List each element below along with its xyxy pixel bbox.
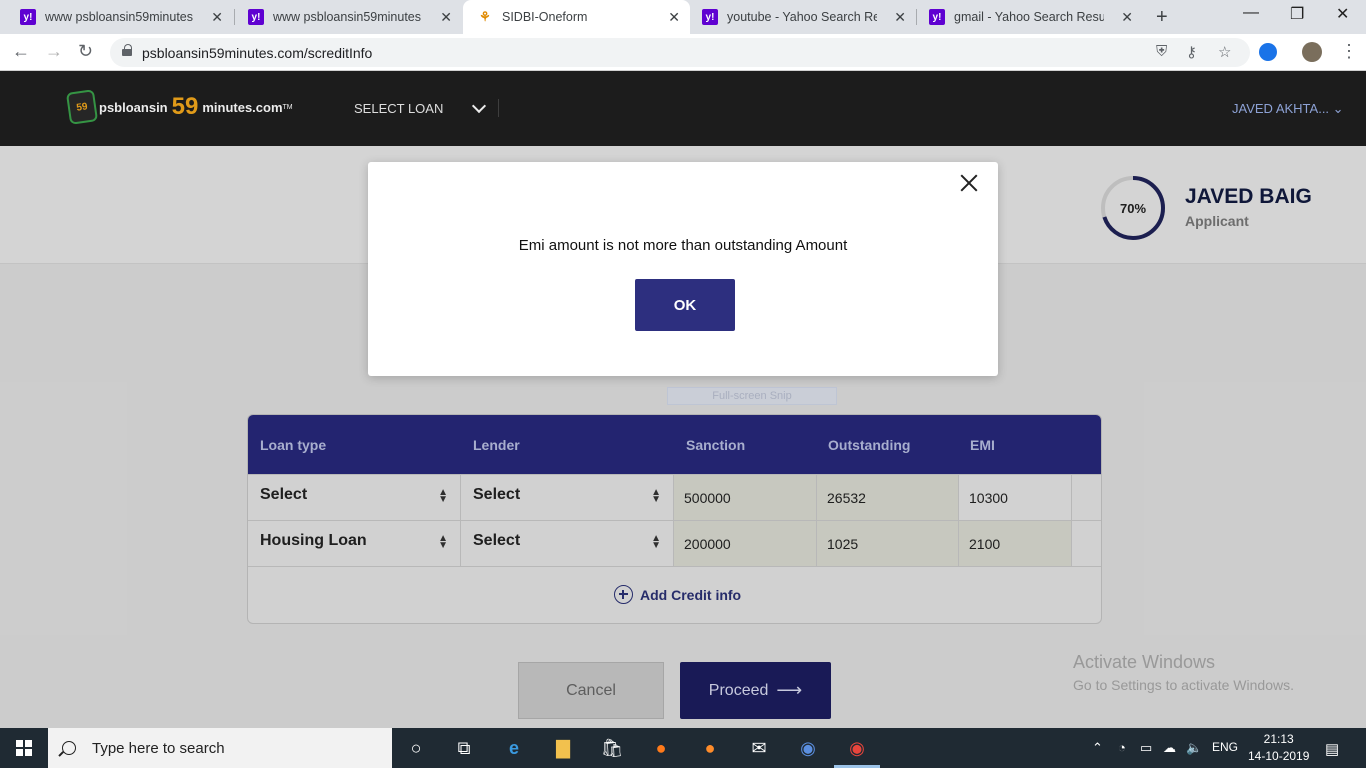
file-explorer-icon[interactable]: ▇ xyxy=(549,734,577,762)
yahoo-favicon-icon: y! xyxy=(248,9,264,25)
clock[interactable]: 21:13 14-10-2019 xyxy=(1248,731,1309,765)
browser-tab-3-active[interactable]: ⚘ SIDBI-Oneform ✕ xyxy=(463,0,690,34)
browser-tab-1[interactable]: y! www psbloansin59minutes - Ya ✕ xyxy=(0,0,233,34)
firefox-icon[interactable]: ● xyxy=(647,734,675,762)
tray-chevron-icon[interactable]: ⌃ xyxy=(1092,740,1103,756)
browser-tab-4[interactable]: y! youtube - Yahoo Search Result ✕ xyxy=(690,0,916,34)
address-bar[interactable]: psbloansin59minutes.com/screditInfo ⛨ ⚷ … xyxy=(110,38,1250,67)
new-tab-icon[interactable]: + xyxy=(1156,6,1168,29)
lock-icon xyxy=(122,44,132,56)
tab-title: www psbloansin59minutes - Ya xyxy=(45,10,195,24)
yahoo-favicon-icon: y! xyxy=(702,9,718,25)
ok-button[interactable]: OK xyxy=(635,279,735,331)
chrome-remote-icon[interactable]: ◉ xyxy=(794,734,822,762)
cortana-icon[interactable]: ○ xyxy=(402,734,430,762)
url-text: psbloansin59minutes.com/screditInfo xyxy=(142,45,373,61)
forward-arrow-icon[interactable]: → xyxy=(45,41,63,62)
tab-title: SIDBI-Oneform xyxy=(502,10,588,24)
yahoo-favicon-icon: y! xyxy=(929,9,945,25)
minimize-icon[interactable]: — xyxy=(1243,4,1259,22)
start-button[interactable] xyxy=(0,728,48,768)
close-icon[interactable] xyxy=(958,172,980,194)
sidbi-favicon-icon: ⚘ xyxy=(479,9,491,24)
back-arrow-icon[interactable]: ← xyxy=(12,41,30,62)
notifications-icon[interactable]: ▤ xyxy=(1325,740,1339,758)
browser-toolbar: ← → ↻ psbloansin59minutes.com/screditInf… xyxy=(0,34,1366,71)
tab-title: gmail - Yahoo Search Results Y xyxy=(954,10,1104,24)
search-placeholder: Type here to search xyxy=(92,739,225,757)
network-icon[interactable]: ◔ xyxy=(1118,740,1126,755)
menu-kebab-icon[interactable]: ⋮ xyxy=(1340,41,1358,62)
browser-tab-2[interactable]: y! www psbloansin59minutes - Ya ✕ xyxy=(234,0,462,34)
tab-title: youtube - Yahoo Search Result xyxy=(727,10,877,24)
tab-close-icon[interactable]: ✕ xyxy=(1121,9,1133,26)
tab-close-icon[interactable]: ✕ xyxy=(440,9,452,26)
profile-avatar[interactable] xyxy=(1302,42,1322,62)
bookmark-star-icon[interactable]: ☆ xyxy=(1218,43,1231,61)
modal-message: Emi amount is not more than outstanding … xyxy=(518,237,848,254)
reload-icon[interactable]: ↻ xyxy=(78,41,93,62)
clock-time: 21:13 xyxy=(1263,732,1294,746)
battery-icon[interactable]: ▭ xyxy=(1140,740,1152,756)
chrome-icon[interactable]: ◉ xyxy=(843,734,871,762)
tab-close-icon[interactable]: ✕ xyxy=(894,9,906,26)
edge-icon[interactable]: e xyxy=(500,734,528,762)
onedrive-icon[interactable]: ☁ xyxy=(1163,740,1176,756)
windows-taskbar: Type here to search ○ ⧉ e ▇ 🛍 ● ● ✉ ◉ ◉ … xyxy=(0,728,1366,768)
task-view-icon[interactable]: ⧉ xyxy=(450,734,478,762)
tab-close-icon[interactable]: ✕ xyxy=(211,9,223,26)
window-close-icon[interactable]: ✕ xyxy=(1336,4,1349,24)
firefox-alt-icon[interactable]: ● xyxy=(696,734,724,762)
browser-tabstrip: y! www psbloansin59minutes - Ya ✕ y! www… xyxy=(0,0,1366,34)
tab-close-icon[interactable]: ✕ xyxy=(668,9,680,26)
volume-icon[interactable]: 🔈 xyxy=(1186,740,1202,756)
key-icon[interactable]: ⚷ xyxy=(1186,43,1197,61)
windows-logo-icon xyxy=(16,740,32,756)
browser-tab-5[interactable]: y! gmail - Yahoo Search Results Y ✕ xyxy=(917,0,1143,34)
search-icon xyxy=(62,741,76,755)
restore-icon[interactable]: ❐ xyxy=(1290,4,1304,24)
mail-icon[interactable]: ✉ xyxy=(745,734,773,762)
store-icon[interactable]: 🛍 xyxy=(598,734,626,762)
clock-date: 14-10-2019 xyxy=(1248,749,1310,763)
alert-modal: Emi amount is not more than outstanding … xyxy=(368,162,998,376)
extension-icon[interactable] xyxy=(1259,43,1277,61)
yahoo-favicon-icon: y! xyxy=(20,9,36,25)
language-indicator[interactable]: ENG xyxy=(1212,740,1238,754)
tab-title: www psbloansin59minutes - Ya xyxy=(273,10,423,24)
shield-blocked-icon[interactable]: ⛨ xyxy=(1156,43,1167,60)
taskbar-search-box[interactable]: Type here to search xyxy=(48,728,392,768)
